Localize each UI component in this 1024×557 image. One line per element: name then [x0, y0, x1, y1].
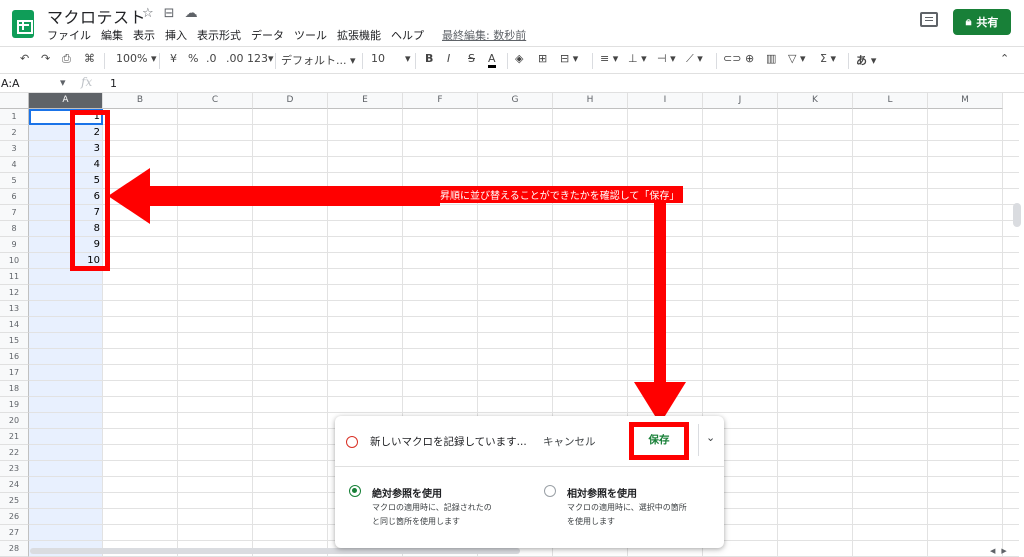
absolute-desc-line1: マクロの適用時に、記録されたの: [372, 503, 492, 512]
absolute-desc-line2: と同じ箇所を使用します: [372, 517, 460, 526]
cancel-button[interactable]: キャンセル: [543, 434, 596, 449]
panel-divider: [335, 466, 724, 467]
sheets-app: マクロテスト ☆ ⊟ ☁ ファイル 編集 表示 挿入 表示形式 データ ツール …: [0, 0, 1024, 557]
absolute-reference-title: 絶対参照を使用: [372, 489, 442, 500]
absolute-reference-radio[interactable]: [349, 485, 361, 497]
relative-reference-radio[interactable]: [544, 485, 556, 497]
annotation-callout: 昇順に並び替えることができたかを確認して「保存」: [436, 186, 684, 203]
relative-desc-line2: を使用します: [567, 517, 615, 526]
save-highlight-box: [629, 422, 689, 460]
relative-reference-title: 相対参照を使用: [567, 489, 637, 500]
divider: [698, 424, 699, 456]
recording-status: 新しいマクロを記録しています...: [370, 436, 527, 448]
down-arrow: [634, 200, 686, 424]
relative-reference-desc: マクロの適用時に、選択中の箇所 を使用します: [567, 501, 717, 529]
chevron-down-icon[interactable]: ⌄: [706, 431, 715, 444]
recording-icon: [346, 436, 358, 448]
left-arrow: [108, 168, 440, 224]
absolute-reference-desc: マクロの適用時に、記録されたの と同じ箇所を使用します: [372, 501, 522, 529]
relative-desc-line1: マクロの適用時に、選択中の箇所: [567, 503, 687, 512]
